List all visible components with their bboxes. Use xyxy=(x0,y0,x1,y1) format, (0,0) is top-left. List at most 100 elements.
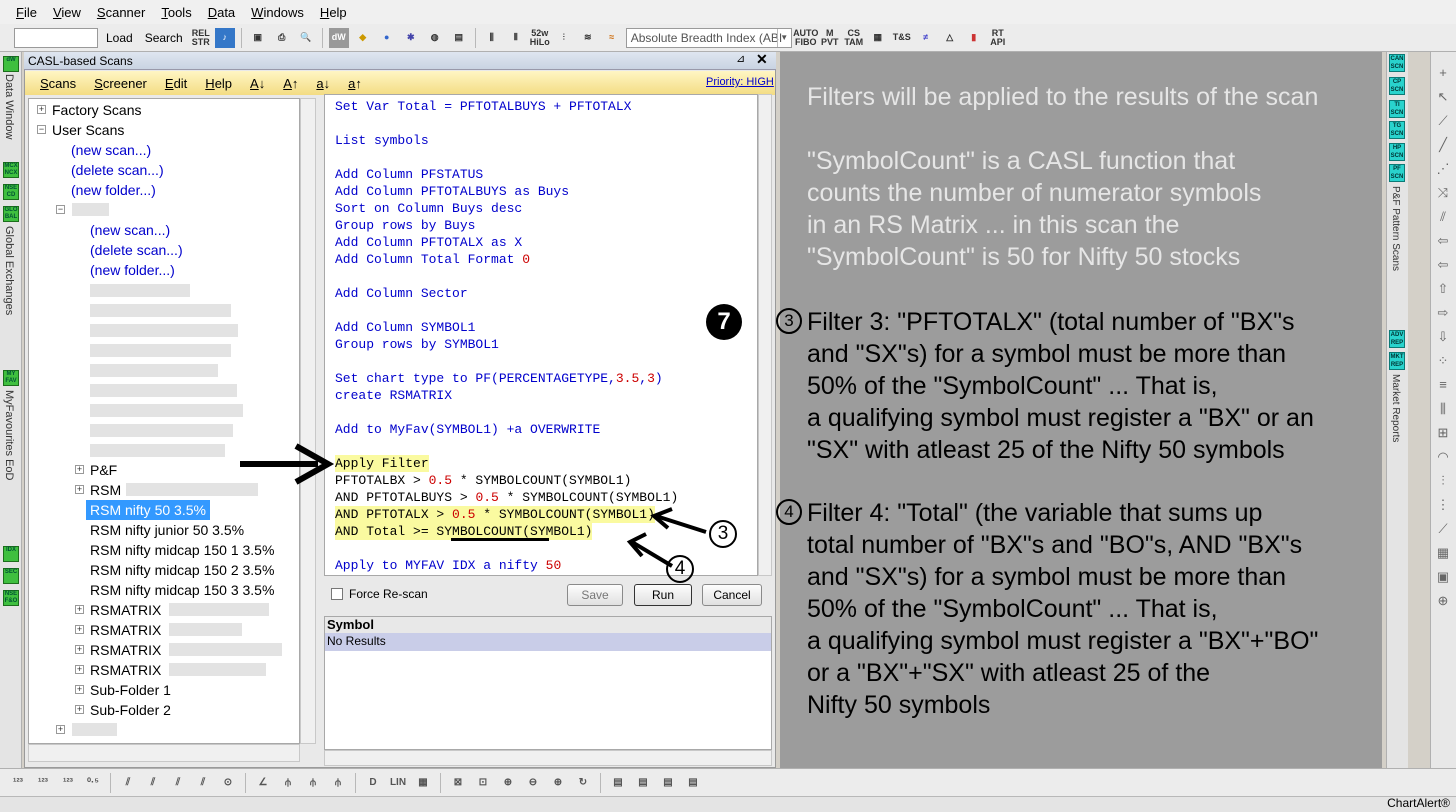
expand-icon[interactable]: + xyxy=(75,645,84,654)
pf-pattern-scans-tab[interactable]: P&F Pattern Scans xyxy=(1390,186,1401,271)
trendline-icon[interactable]: ⟋ xyxy=(1433,112,1453,130)
report-icon[interactable]: ▤ xyxy=(683,773,703,793)
results-row[interactable]: No Results xyxy=(325,633,771,651)
tree-new-scan-sub[interactable]: (new scan...) xyxy=(90,220,170,240)
tree-user-scans[interactable]: User Scans xyxy=(52,120,124,140)
data-window-icon[interactable]: dW xyxy=(328,27,349,48)
grid-icon[interactable]: ▦ xyxy=(413,773,433,793)
expand-icon[interactable]: + xyxy=(75,665,84,674)
tree-rsmatrix-4[interactable]: RSMATRIX xyxy=(90,660,161,680)
speed-lines-icon[interactable]: ⋮ xyxy=(1433,496,1453,514)
tree-rsmatrix-2[interactable]: RSMATRIX xyxy=(90,620,161,640)
collapse-icon[interactable]: − xyxy=(37,125,46,134)
bars-icon[interactable]: ⫼ xyxy=(482,28,502,48)
rail-nse-fo-button[interactable]: NSE F&O xyxy=(3,590,19,606)
close-icon[interactable]: ✕ xyxy=(756,51,768,68)
rail-hp-scn-button[interactable]: HP SCN xyxy=(1389,143,1405,161)
rail-tg-scn-button[interactable]: TG SCN xyxy=(1389,121,1405,139)
expand-icon[interactable]: + xyxy=(75,685,84,694)
expand-icon[interactable]: + xyxy=(37,105,46,114)
expand-icon[interactable]: + xyxy=(75,625,84,634)
menu-data[interactable]: Data xyxy=(200,5,243,20)
rail-nse-cd-button[interactable]: NSE CD xyxy=(3,184,19,200)
fib-tool-icon[interactable]: ⫽ xyxy=(118,773,138,793)
rail-sec-button[interactable]: SEC xyxy=(3,568,19,584)
data-window-tab[interactable]: Data Window xyxy=(3,74,15,139)
rail-mkt-rep-button[interactable]: MKT REP xyxy=(1389,352,1405,370)
m-pvt-icon[interactable]: M PVT xyxy=(820,28,840,48)
report-icon[interactable]: ▤ xyxy=(633,773,653,793)
market-reports-tab[interactable]: Market Reports xyxy=(1390,374,1401,442)
tree-subfolder-2[interactable]: Sub-Folder 2 xyxy=(90,700,171,720)
zoom-box-icon[interactable]: ⊡ xyxy=(473,773,493,793)
tree-rsm-midcap-2[interactable]: RSM nifty midcap 150 2 3.5% xyxy=(90,560,274,580)
sort-lower-desc-icon[interactable]: a↓ xyxy=(307,76,339,91)
rail-global-button[interactable]: GLO BAL xyxy=(3,206,19,222)
expand-icon[interactable]: + xyxy=(75,465,84,474)
flash-icon[interactable]: ✱ xyxy=(401,28,421,48)
global-exchanges-tab[interactable]: Global Exchanges xyxy=(3,226,15,315)
numbering-icon[interactable]: ¹²³ xyxy=(33,773,53,793)
tool-icon[interactable]: ⊞ xyxy=(1433,424,1453,442)
numbering-icon[interactable]: ⁰·⁵ xyxy=(83,773,103,793)
bar-chart-icon[interactable]: ▮ xyxy=(964,28,984,48)
rail-ti-scn-button[interactable]: TI SCN xyxy=(1389,100,1405,118)
scan-code-editor[interactable]: Set Var Total = PFTOTALBUYS + PFTOTALX L… xyxy=(324,94,758,576)
pitchfork-icon[interactable]: ⫛ xyxy=(328,773,348,793)
columns-icon[interactable]: ⫴ xyxy=(506,28,526,48)
myfavourites-tab[interactable]: MyFavourites EoD xyxy=(3,390,15,480)
indicator-icon[interactable]: ⫶ xyxy=(554,28,574,48)
wave-icon[interactable]: ≈ xyxy=(602,28,622,48)
print-icon[interactable]: ⎙ xyxy=(272,28,292,48)
rail-cp-scn-button[interactable]: CP SCN xyxy=(1389,77,1405,95)
tree-pf[interactable]: P&F xyxy=(90,460,117,480)
save-icon[interactable]: ▣ xyxy=(248,28,268,48)
zoom-in-icon[interactable]: ⊕ xyxy=(548,773,568,793)
cs-tam-icon[interactable]: CS TAM xyxy=(844,28,864,48)
chevron-down-icon[interactable]: ▼ xyxy=(776,28,791,47)
news-icon[interactable]: ▤ xyxy=(449,28,469,48)
d-icon[interactable]: D xyxy=(363,773,383,793)
cycle-icon[interactable]: ⊙ xyxy=(218,773,238,793)
channel-icon[interactable]: ⫽ xyxy=(1433,208,1453,226)
force-rescan-checkbox[interactable] xyxy=(331,588,343,600)
menu-scanner[interactable]: Scanner xyxy=(89,5,153,20)
tree-new-folder-sub[interactable]: (new folder...) xyxy=(90,260,175,280)
arrow-down-icon[interactable]: ⇩ xyxy=(1433,328,1453,346)
tree-delete-scan[interactable]: (delete scan...) xyxy=(71,160,164,180)
ma-icon[interactable]: ≋ xyxy=(578,28,598,48)
myfav-icon[interactable]: ● xyxy=(377,28,397,48)
results-symbol-header[interactable]: Symbol xyxy=(325,617,771,633)
crosshair-icon[interactable]: + xyxy=(1433,64,1453,82)
layers-icon[interactable]: ◆ xyxy=(353,28,373,48)
angle-icon[interactable]: ∠ xyxy=(253,773,273,793)
dots-icon[interactable]: ⁘ xyxy=(1433,352,1453,370)
numbering-icon[interactable]: ¹²³ xyxy=(8,773,28,793)
expand-icon[interactable]: + xyxy=(56,725,65,734)
line-icon[interactable]: ╱ xyxy=(1433,136,1453,154)
gann-fan-icon[interactable]: ⟋ xyxy=(1433,520,1453,538)
rail-pf-scn-button[interactable]: PF SCN xyxy=(1389,164,1405,182)
rail-myfav-button[interactable]: MY FAV xyxy=(3,370,19,386)
menu-help[interactable]: Help xyxy=(312,5,355,20)
rel-str-button[interactable]: REL STR xyxy=(191,28,211,48)
tree-rsm-midcap-3[interactable]: RSM nifty midcap 150 3 3.5% xyxy=(90,580,274,600)
tree-factory-scans[interactable]: Factory Scans xyxy=(52,100,141,120)
pin-icon[interactable]: ⊿ xyxy=(736,52,745,65)
save-button[interactable]: Save xyxy=(567,584,623,606)
grid-icon[interactable]: ▦ xyxy=(868,28,888,48)
fib-fan-icon[interactable]: ⫶ xyxy=(1433,472,1453,490)
ts-icon[interactable]: T&S xyxy=(892,28,912,48)
priority-link[interactable]: Priority: HIGH xyxy=(706,76,774,88)
menu-view[interactable]: View xyxy=(45,5,89,20)
arc-icon[interactable]: ◠ xyxy=(1433,448,1453,466)
zoom-in-icon[interactable]: ⊕ xyxy=(498,773,518,793)
tree-rsmatrix-3[interactable]: RSMATRIX xyxy=(90,640,161,660)
zigzag-icon[interactable]: ⤨ xyxy=(1433,184,1453,202)
pointer-icon[interactable]: ↖ xyxy=(1433,88,1453,106)
tree-rsm-nifty-junior[interactable]: RSM nifty junior 50 3.5% xyxy=(90,520,244,540)
rail-can-scn-button[interactable]: CAN SCN xyxy=(1389,54,1405,72)
symbol-input[interactable] xyxy=(14,27,98,48)
search-button[interactable]: Search xyxy=(141,31,187,45)
menu-windows[interactable]: Windows xyxy=(243,5,312,20)
